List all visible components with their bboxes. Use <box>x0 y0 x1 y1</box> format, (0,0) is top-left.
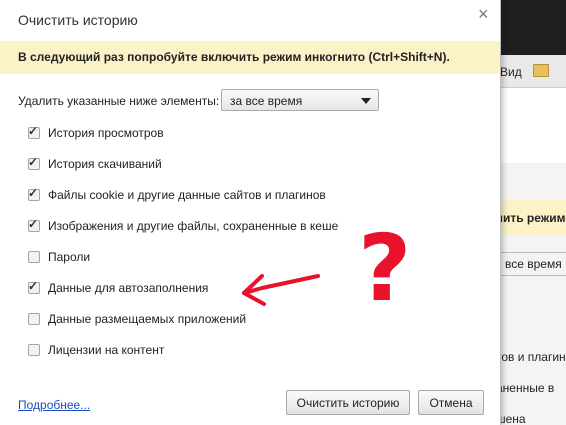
cookies-checkbox[interactable]: ✓ <box>28 186 40 201</box>
bookmark-view[interactable]: Вид <box>500 65 522 79</box>
arrow-head <box>242 274 266 306</box>
download-history-checkbox[interactable]: ✓ <box>28 155 40 170</box>
option-label: История скачиваний <box>48 157 162 171</box>
background-select: все время <box>498 252 566 276</box>
learn-more-link[interactable]: Подробнее... <box>18 398 90 412</box>
arrow-shaft <box>242 274 320 295</box>
background-text-line: аненные в <box>496 381 555 395</box>
option-label: Лицензии на контент <box>48 343 165 357</box>
content-licenses-checkbox[interactable]: ✓ <box>28 344 40 356</box>
browsing-history-checkbox[interactable]: ✓ <box>28 124 40 139</box>
question-mark: ? <box>358 215 411 322</box>
close-icon[interactable]: × <box>478 4 489 25</box>
range-label: Удалить указанные ниже элементы: <box>18 94 220 108</box>
option-label: Изображения и другие файлы, сохраненные … <box>48 219 339 233</box>
time-range-select[interactable]: за все время <box>221 89 379 111</box>
hosted-app-data-checkbox[interactable]: ✓ <box>28 313 40 325</box>
autofill-checkbox[interactable]: ✓ <box>28 279 40 294</box>
clear-history-button[interactable]: Очистить историю <box>286 390 410 415</box>
incognito-hint: В следующий раз попробуйте включить режи… <box>0 41 500 74</box>
clear-history-dialog: Очистить историю × В следующий раз попро… <box>0 0 501 425</box>
option-label: Файлы cookie и другие данные сайтов и пл… <box>48 188 326 202</box>
option-label: Данные для автозаполнения <box>48 281 209 295</box>
option-label: Пароли <box>48 250 91 264</box>
passwords-checkbox[interactable]: ✓ <box>28 251 40 263</box>
folder-icon[interactable] <box>533 64 549 77</box>
cache-checkbox[interactable]: ✓ <box>28 217 40 232</box>
annotation-arrow <box>242 274 320 306</box>
cancel-button[interactable]: Отмена <box>418 390 484 415</box>
background-text-line: тов и плагин <box>496 350 566 364</box>
option-label: История просмотров <box>48 126 164 140</box>
option-label: Данные размещаемых приложений <box>48 312 247 326</box>
dropdown-arrow-icon <box>361 98 371 104</box>
time-range-value: за все время <box>230 94 303 108</box>
dialog-title: Очистить историю <box>18 12 138 28</box>
